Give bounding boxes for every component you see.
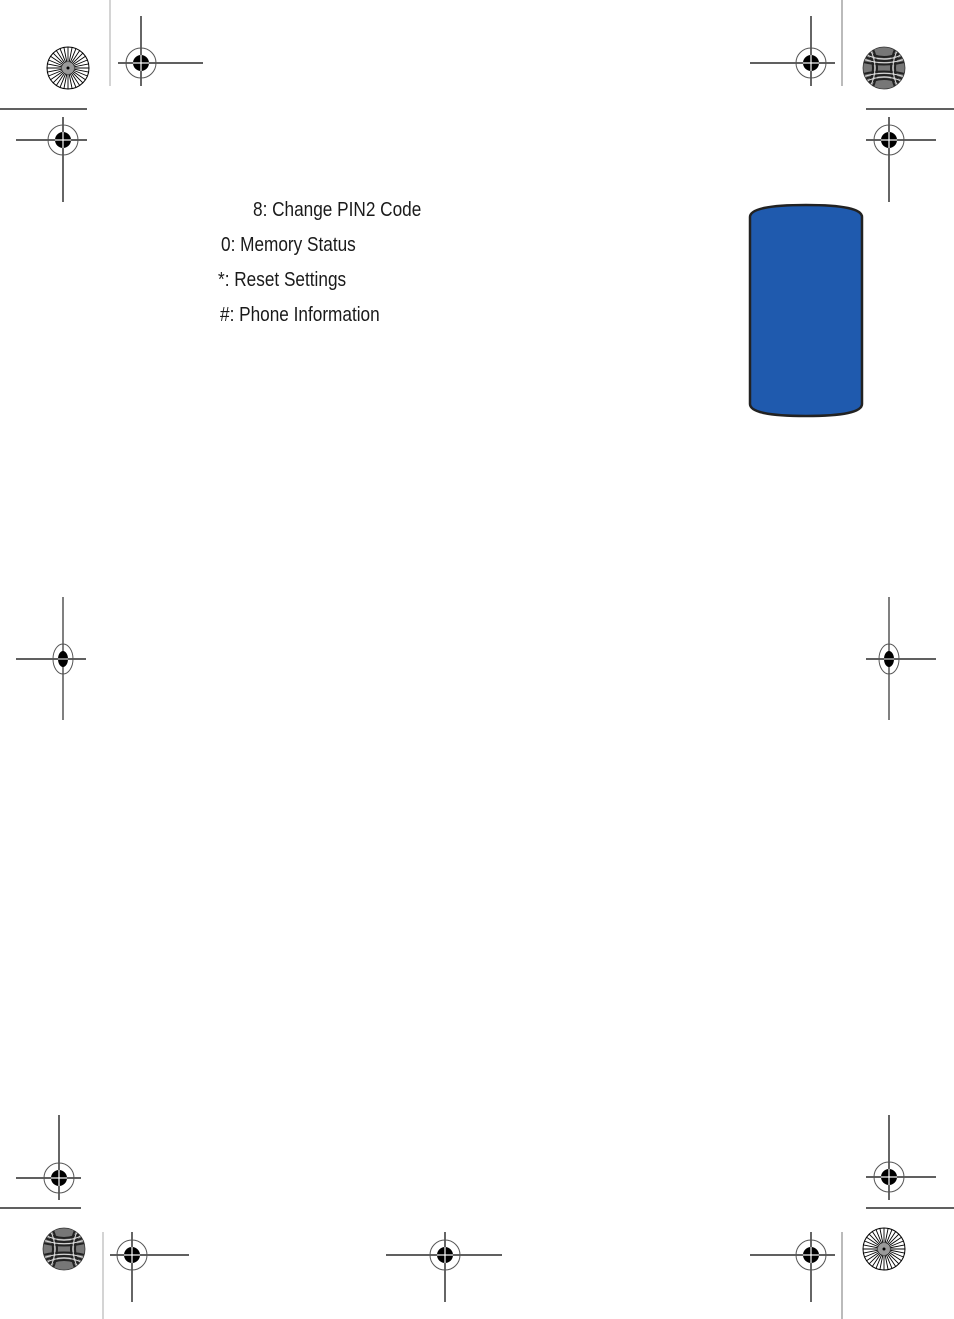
menu-item-change-pin2: 8: Change PIN2 Code bbox=[253, 199, 422, 221]
starburst-mark-bottom-right bbox=[862, 1227, 906, 1271]
starburst-mark-top-left bbox=[46, 46, 90, 90]
registration-mark-top-right-a bbox=[750, 16, 835, 86]
registration-mark-bottom-right-a bbox=[866, 1115, 936, 1200]
moire-mark-top-right bbox=[863, 47, 905, 89]
menu-item-phone-information: #: Phone Information bbox=[220, 304, 380, 326]
registration-mark-top-left-b bbox=[16, 117, 87, 202]
registration-mark-bottom-left-a bbox=[16, 1115, 81, 1200]
registration-mark-bottom-left-b bbox=[110, 1232, 189, 1302]
registration-mark-top-left-a bbox=[118, 16, 203, 86]
registration-mark-bottom-center bbox=[386, 1232, 502, 1302]
registration-mark-middle-left bbox=[16, 597, 86, 720]
registration-mark-top-right-b bbox=[866, 117, 936, 202]
chapter-tab bbox=[748, 203, 864, 418]
moire-mark-bottom-left bbox=[43, 1228, 85, 1270]
menu-item-reset-settings: *: Reset Settings bbox=[218, 269, 347, 291]
registration-mark-middle-right bbox=[866, 597, 936, 720]
menu-item-memory-status: 0: Memory Status bbox=[221, 234, 356, 256]
printer-marks bbox=[0, 0, 954, 1319]
registration-mark-bottom-right-b bbox=[750, 1232, 835, 1302]
